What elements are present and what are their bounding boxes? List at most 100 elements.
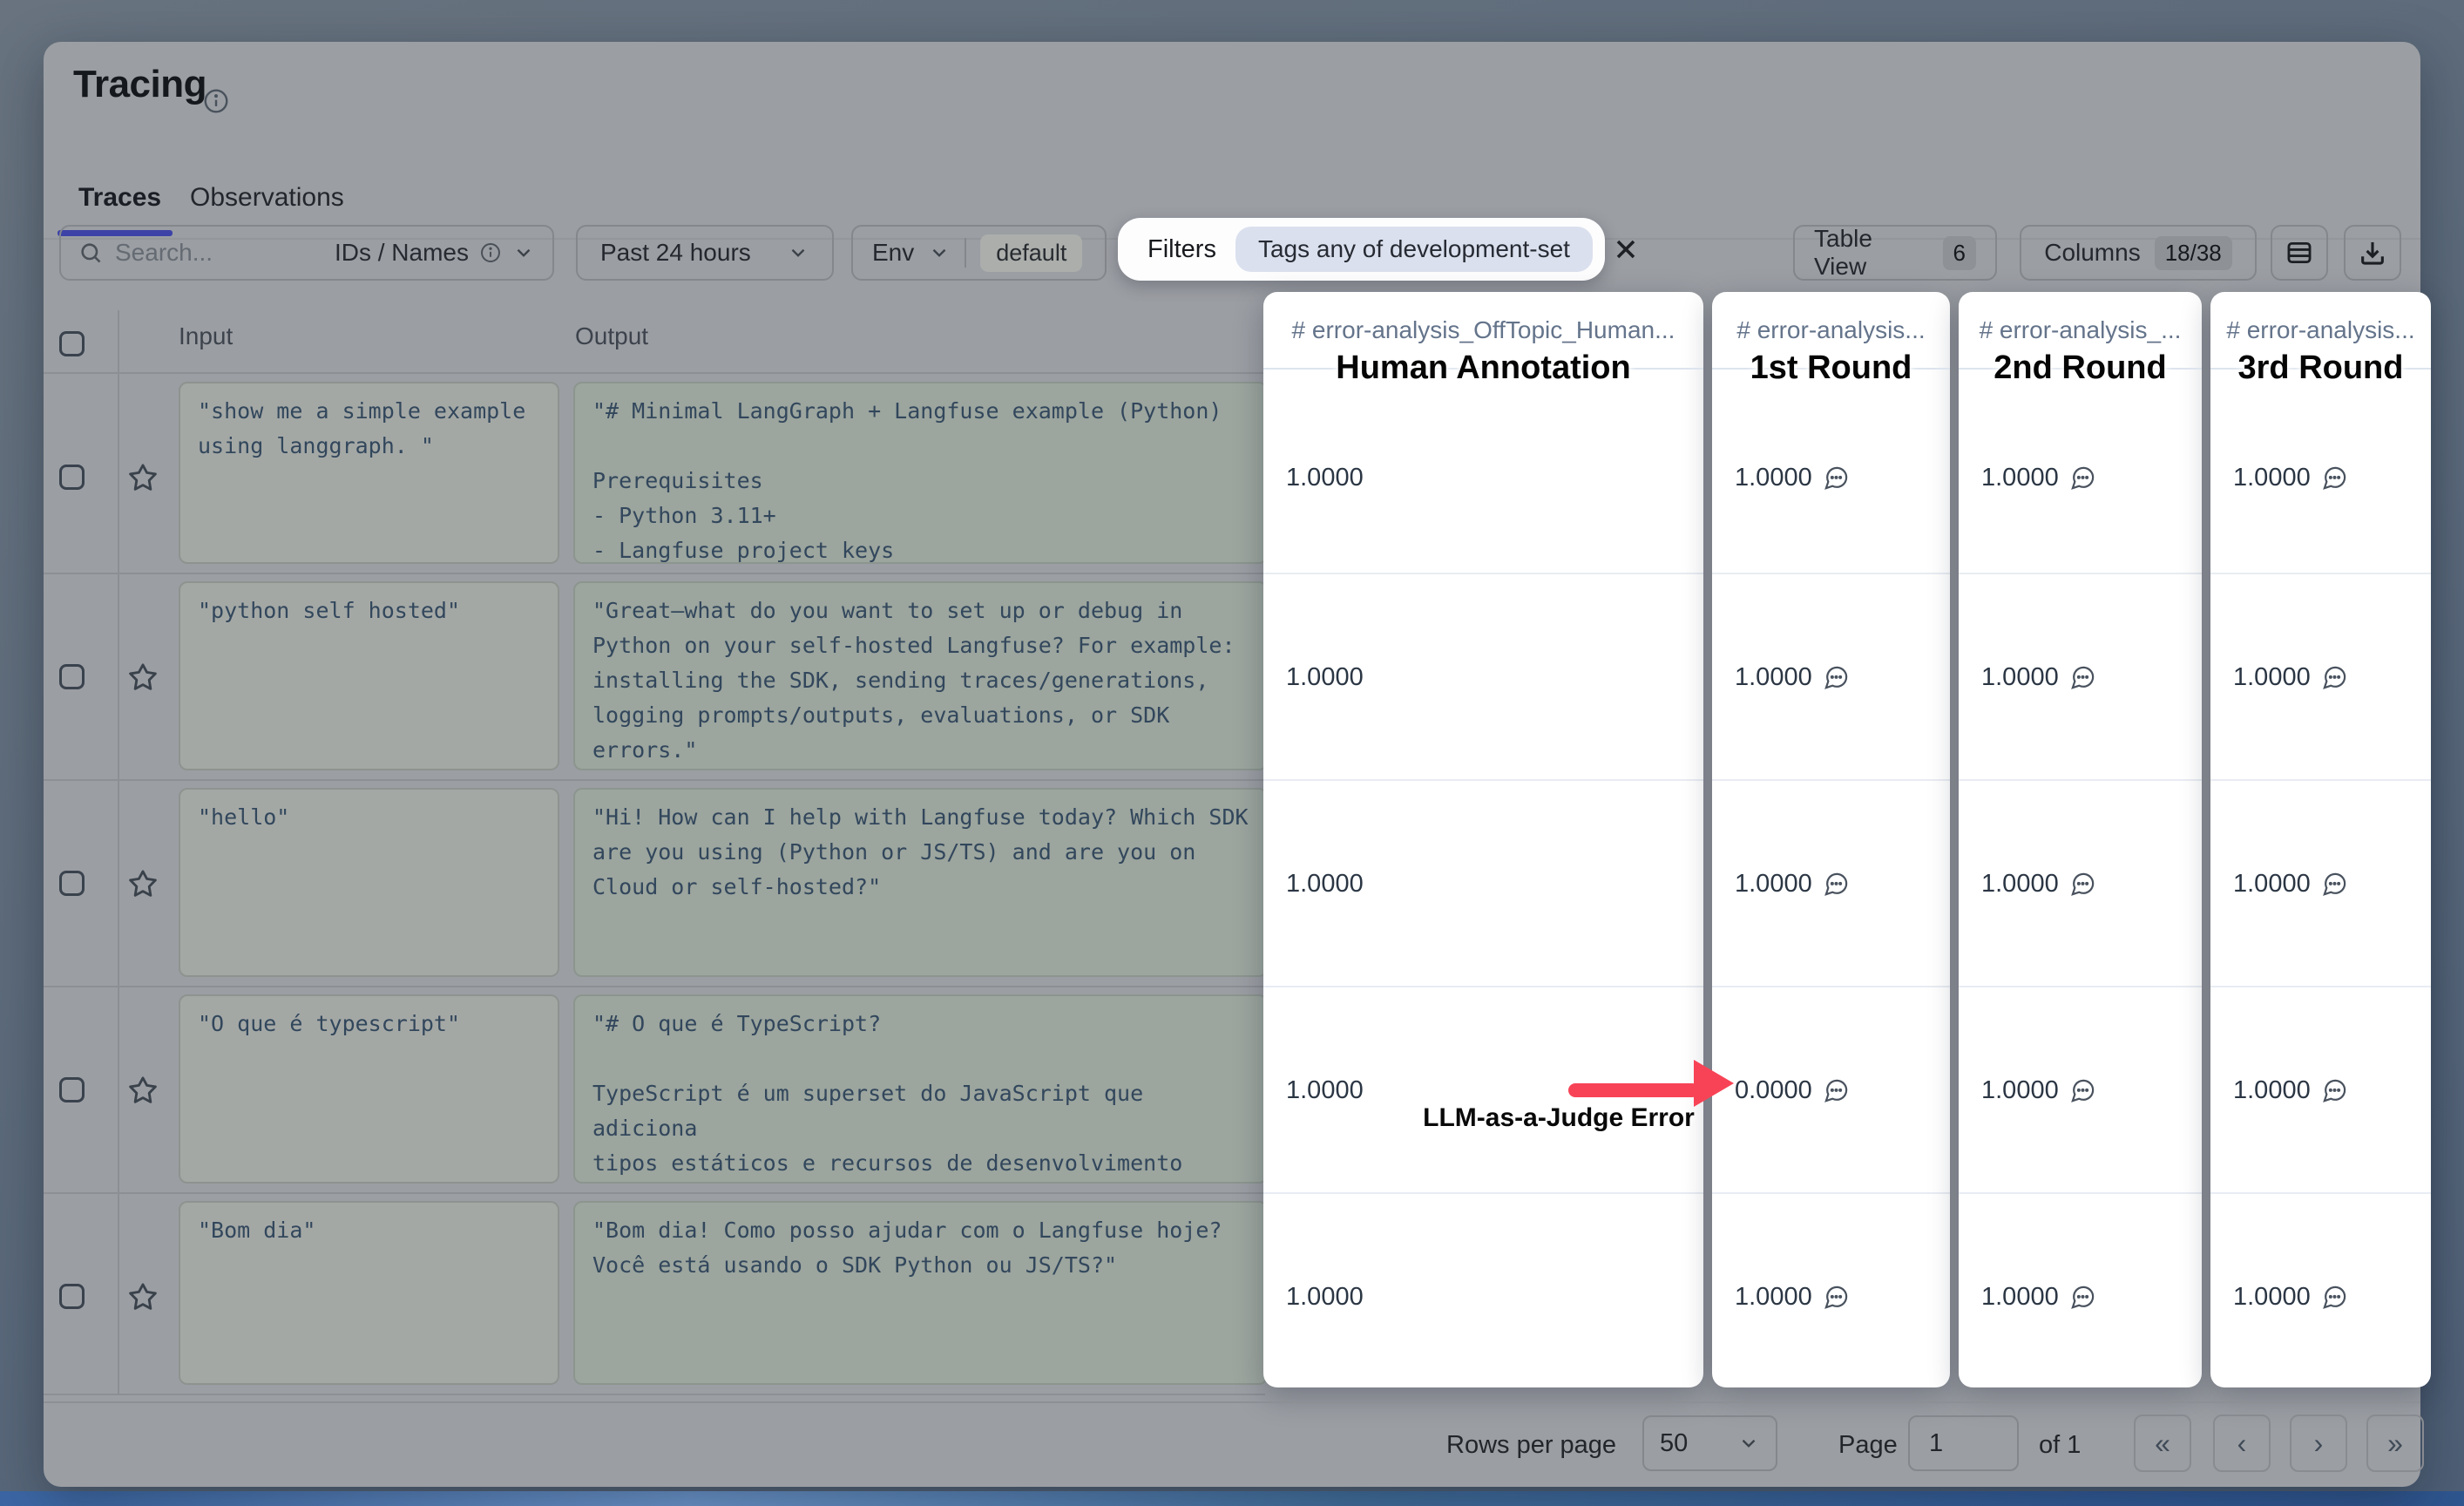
score-value[interactable]: 1.0000 <box>1286 866 1364 901</box>
comment-icon[interactable] <box>2321 465 2348 492</box>
score-value[interactable]: 1.0000 <box>1286 1073 1364 1108</box>
select-all-checkbox[interactable] <box>59 331 85 356</box>
input-cell[interactable]: "Bom dia" <box>179 1201 559 1385</box>
score-value[interactable]: 1.0000 <box>1981 1073 2096 1108</box>
star-icon[interactable] <box>127 661 159 693</box>
output-cell[interactable]: "Great—what do you want to set up or deb… <box>573 581 1268 770</box>
clear-filter-button[interactable] <box>1610 234 1642 265</box>
row-checkbox[interactable] <box>59 871 85 896</box>
comment-icon[interactable] <box>1823 1284 1850 1311</box>
time-range-select[interactable]: Past 24 hours <box>576 225 834 281</box>
row-checkbox[interactable] <box>59 1077 85 1102</box>
last-page-button[interactable]: » <box>2366 1414 2424 1472</box>
table-view-button[interactable]: Table View 6 <box>1793 225 1997 281</box>
output-cell[interactable]: "# O que é TypeScript? TypeScript é um s… <box>573 994 1268 1184</box>
columns-button[interactable]: Columns 18/38 <box>2020 225 2257 281</box>
card-row-divider <box>2210 573 2431 574</box>
export-button[interactable] <box>2344 225 2401 281</box>
score-value[interactable]: 1.0000 <box>1286 660 1364 695</box>
chevron-down-icon <box>787 241 809 264</box>
star-icon[interactable] <box>127 868 159 899</box>
search-box[interactable]: Search... IDs / Names <box>59 225 554 281</box>
row-checkbox[interactable] <box>59 664 85 689</box>
tab-traces[interactable]: Traces <box>78 183 161 213</box>
table-view-count-badge: 6 <box>1943 236 1976 270</box>
comment-icon[interactable] <box>2069 1077 2096 1104</box>
score-value[interactable]: 1.0000 <box>2233 460 2348 495</box>
env-label: Env <box>872 239 914 267</box>
search-mode-select[interactable]: IDs / Names <box>335 239 535 267</box>
filters-button[interactable]: Filters Tags any of development-set <box>1118 218 1605 281</box>
score-value[interactable]: 1.0000 <box>2233 866 2348 901</box>
card-row-divider <box>1959 1192 2202 1194</box>
comment-icon[interactable] <box>2069 871 2096 898</box>
score-value[interactable]: 1.0000 <box>2233 660 2348 695</box>
tab-observations[interactable]: Observations <box>190 183 344 213</box>
chevron-down-icon <box>512 241 535 264</box>
score-value[interactable]: 1.0000 <box>1981 866 2096 901</box>
comment-icon[interactable] <box>2069 664 2096 691</box>
table-view-label: Table View <box>1814 225 1929 281</box>
input-cell[interactable]: "show me a simple example using langgrap… <box>179 382 559 564</box>
score-column-name[interactable]: # error-analysis... <box>1712 316 1950 344</box>
comment-icon[interactable] <box>2069 465 2096 492</box>
input-cell[interactable]: "O que é typescript" <box>179 994 559 1184</box>
row-checkbox[interactable] <box>59 1284 85 1309</box>
score-number: 1.0000 <box>1981 1283 2059 1312</box>
comment-icon[interactable] <box>2321 1077 2348 1104</box>
column-header-output[interactable]: Output <box>575 322 648 350</box>
star-icon[interactable] <box>127 1281 159 1313</box>
score-value[interactable]: 1.0000 <box>1981 660 2096 695</box>
active-filter-chip[interactable]: Tags any of development-set <box>1235 227 1593 272</box>
score-value[interactable]: 1.0000 <box>1735 460 1850 495</box>
comment-icon[interactable] <box>1823 1077 1850 1104</box>
row-height-button[interactable] <box>2271 225 2328 281</box>
output-cell[interactable]: "Hi! How can I help with Langfuse today?… <box>573 788 1268 977</box>
comment-icon[interactable] <box>2321 664 2348 691</box>
score-value[interactable]: 1.0000 <box>2233 1279 2348 1314</box>
first-page-button[interactable]: « <box>2134 1414 2191 1472</box>
comment-icon[interactable] <box>1823 465 1850 492</box>
card-row-divider <box>2210 986 2431 987</box>
card-row-divider <box>1712 1192 1950 1194</box>
search-icon <box>78 241 103 265</box>
comment-icon[interactable] <box>2069 1284 2096 1311</box>
row-checkbox[interactable] <box>59 465 85 490</box>
input-cell[interactable]: "python self hosted" <box>179 581 559 770</box>
next-page-button[interactable]: › <box>2290 1414 2347 1472</box>
env-filter[interactable]: Env default <box>851 225 1107 281</box>
star-icon[interactable] <box>127 1075 159 1106</box>
score-value[interactable]: 1.0000 <box>1286 1279 1364 1314</box>
search-input[interactable]: Search... <box>115 239 213 267</box>
score-value[interactable]: 1.0000 <box>1286 460 1364 495</box>
input-cell[interactable]: "hello" <box>179 788 559 977</box>
page-title: Tracing <box>73 63 206 106</box>
comment-icon[interactable] <box>2321 871 2348 898</box>
info-icon[interactable] <box>202 87 230 115</box>
score-value[interactable]: 1.0000 <box>1981 460 2096 495</box>
score-value[interactable]: 1.0000 <box>1981 1279 2096 1314</box>
score-value[interactable]: 1.0000 <box>1735 660 1850 695</box>
column-header-input[interactable]: Input <box>179 322 233 350</box>
info-icon <box>479 241 502 264</box>
download-icon <box>2358 238 2387 268</box>
score-number: 1.0000 <box>1981 663 2059 692</box>
score-number: 1.0000 <box>1286 1283 1364 1312</box>
comment-icon[interactable] <box>2321 1284 2348 1311</box>
score-value[interactable]: 1.0000 <box>1735 866 1850 901</box>
page-number-input[interactable]: 1 <box>1908 1415 2019 1471</box>
score-value[interactable]: 1.0000 <box>1735 1279 1850 1314</box>
divider <box>965 238 966 268</box>
score-column-name[interactable]: # error-analysis_OffTopic_Human... <box>1263 316 1703 344</box>
prev-page-button[interactable]: ‹ <box>2213 1414 2271 1472</box>
comment-icon[interactable] <box>1823 664 1850 691</box>
score-column-name[interactable]: # error-analysis_... <box>1959 316 2202 344</box>
output-cell[interactable]: "# Minimal LangGraph + Langfuse example … <box>573 382 1268 564</box>
star-icon[interactable] <box>127 462 159 493</box>
score-column-name[interactable]: # error-analysis... <box>2210 316 2431 344</box>
rows-per-page-select[interactable]: 50 <box>1642 1415 1777 1471</box>
score-value[interactable]: 1.0000 <box>2233 1073 2348 1108</box>
comment-icon[interactable] <box>1823 871 1850 898</box>
score-value[interactable]: 0.0000 <box>1735 1073 1850 1108</box>
output-cell[interactable]: "Bom dia! Como posso ajudar com o Langfu… <box>573 1201 1268 1385</box>
